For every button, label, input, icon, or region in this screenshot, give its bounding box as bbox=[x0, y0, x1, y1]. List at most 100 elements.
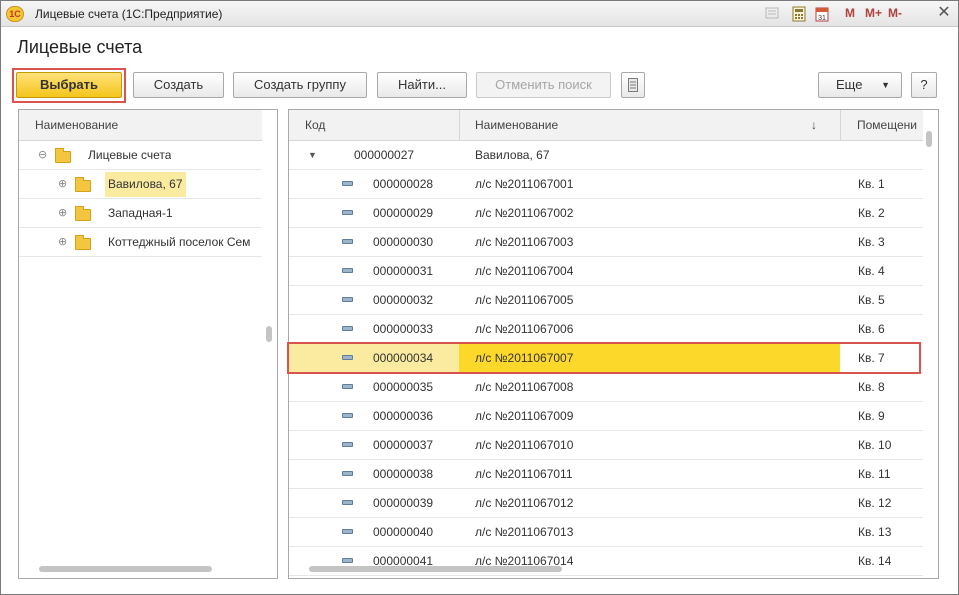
table-row[interactable]: 000000039 л/с №2011067012 Кв. 12 bbox=[289, 489, 923, 518]
row-name: л/с №2011067010 bbox=[475, 438, 574, 452]
column-header-room[interactable]: Помещени bbox=[841, 110, 923, 141]
tree-horizontal-scrollbar[interactable] bbox=[39, 566, 212, 572]
tree-item[interactable]: ⊕ Западная-1 bbox=[19, 199, 262, 228]
memory-m-button[interactable]: M bbox=[845, 6, 855, 20]
table-row[interactable]: 000000031 л/с №2011067004 Кв. 4 bbox=[289, 257, 923, 286]
table-row[interactable]: 000000032 л/с №2011067005 Кв. 5 bbox=[289, 286, 923, 315]
table-row[interactable]: 000000038 л/с №2011067011 Кв. 11 bbox=[289, 460, 923, 489]
select-button[interactable]: Выбрать bbox=[16, 72, 122, 98]
row-name: л/с №2011067012 bbox=[475, 496, 574, 510]
folder-icon bbox=[75, 177, 91, 192]
row-name: л/с №2011067005 bbox=[475, 293, 574, 307]
row-code: 000000037 bbox=[373, 438, 434, 452]
calendar-day: 31 bbox=[818, 15, 826, 22]
folder-icon bbox=[75, 206, 91, 221]
row-room: Кв. 2 bbox=[858, 206, 885, 220]
1c-logo-icon[interactable]: 1С bbox=[6, 6, 24, 22]
window-title: Лицевые счета (1С:Предприятие) bbox=[35, 7, 223, 21]
history-icon[interactable] bbox=[765, 6, 779, 22]
row-room: Кв. 4 bbox=[858, 264, 885, 278]
create-group-button[interactable]: Создать группу bbox=[233, 72, 367, 98]
tree-item-label: Западная-1 bbox=[108, 206, 173, 220]
row-code: 000000029 bbox=[373, 206, 434, 220]
table-row[interactable]: 000000029 л/с №2011067002 Кв. 2 bbox=[289, 199, 923, 228]
memory-m-minus-button[interactable]: M- bbox=[888, 6, 902, 20]
table-row[interactable]: 000000033 л/с №2011067006 Кв. 6 bbox=[289, 315, 923, 344]
collapse-icon[interactable]: ⊖ bbox=[38, 150, 47, 161]
account-item-icon bbox=[342, 384, 353, 389]
account-item-icon bbox=[342, 239, 353, 244]
cancel-search-button[interactable]: Отменить поиск bbox=[476, 72, 611, 98]
create-button[interactable]: Создать bbox=[133, 72, 224, 98]
more-button[interactable]: Еще ▼ bbox=[818, 72, 902, 98]
expand-icon[interactable]: ⊕ bbox=[58, 179, 67, 190]
row-code: 000000030 bbox=[373, 235, 434, 249]
row-code: 000000028 bbox=[373, 177, 434, 191]
row-room: Кв. 8 bbox=[858, 380, 885, 394]
collapse-arrow-icon[interactable]: ▼ bbox=[308, 141, 317, 170]
title-bar: 1С Лицевые счета (1С:Предприятие) 31 M M… bbox=[1, 1, 958, 27]
row-room: Кв. 1 bbox=[858, 177, 885, 191]
table-horizontal-scrollbar[interactable] bbox=[309, 566, 562, 572]
groups-tree[interactable]: Наименование ⊖ Лицевые счета ⊕ Вавилова,… bbox=[18, 109, 278, 579]
folder-icon bbox=[55, 148, 71, 163]
tree-item-label: Вавилова, 67 bbox=[105, 172, 186, 197]
tree-item-label: Лицевые счета bbox=[88, 148, 172, 162]
table-group-row[interactable]: ▼ 000000027 Вавилова, 67 bbox=[289, 141, 923, 170]
row-name: л/с №2011067001 bbox=[475, 177, 574, 191]
table-row[interactable]: 000000040 л/с №2011067013 Кв. 13 bbox=[289, 518, 923, 547]
account-item-icon bbox=[342, 558, 353, 563]
tree-item[interactable]: ⊖ Лицевые счета bbox=[19, 141, 262, 170]
row-room: Кв. 12 bbox=[858, 496, 892, 510]
account-item-icon bbox=[342, 181, 353, 186]
table-row[interactable]: 000000030 л/с №2011067003 Кв. 3 bbox=[289, 228, 923, 257]
row-name: л/с №2011067008 bbox=[475, 380, 574, 394]
table-vertical-scrollbar[interactable] bbox=[926, 131, 932, 147]
row-code: 000000032 bbox=[373, 293, 434, 307]
row-name: л/с №2011067009 bbox=[475, 409, 574, 423]
tree-item[interactable]: ⊕ Вавилова, 67 bbox=[19, 170, 262, 199]
folder-icon bbox=[75, 235, 91, 250]
expand-icon[interactable]: ⊕ bbox=[58, 208, 67, 219]
table-row[interactable]: 000000037 л/с №2011067010 Кв. 10 bbox=[289, 431, 923, 460]
calculator-icon[interactable] bbox=[792, 6, 806, 22]
column-header-name-label: Наименование bbox=[475, 118, 559, 132]
group-name: Вавилова, 67 bbox=[475, 148, 550, 162]
row-room: Кв. 6 bbox=[858, 322, 885, 336]
tree-vertical-scrollbar[interactable] bbox=[266, 326, 272, 342]
account-item-icon bbox=[342, 500, 353, 505]
column-header-name[interactable]: Наименование ↓ bbox=[460, 110, 840, 141]
calendar-icon[interactable]: 31 bbox=[815, 6, 829, 22]
tree-item-label: Коттеджный поселок Сем bbox=[108, 235, 251, 249]
account-item-icon bbox=[342, 413, 353, 418]
expand-icon[interactable]: ⊕ bbox=[58, 237, 67, 248]
account-item-icon bbox=[342, 442, 353, 447]
account-item-icon bbox=[342, 210, 353, 215]
selected-row-highlight bbox=[287, 342, 921, 374]
memory-m-plus-button[interactable]: M+ bbox=[865, 6, 882, 20]
row-code: 000000035 bbox=[373, 380, 434, 394]
table-row[interactable]: 000000036 л/с №2011067009 Кв. 9 bbox=[289, 402, 923, 431]
table-row[interactable]: 000000028 л/с №2011067001 Кв. 1 bbox=[289, 170, 923, 199]
list-settings-button[interactable] bbox=[621, 72, 645, 98]
row-code: 000000031 bbox=[373, 264, 434, 278]
account-item-icon bbox=[342, 529, 353, 534]
group-code: 000000027 bbox=[354, 148, 415, 162]
row-name: л/с №2011067013 bbox=[475, 525, 574, 539]
row-code: 000000033 bbox=[373, 322, 434, 336]
row-room: Кв. 3 bbox=[858, 235, 885, 249]
tree-item[interactable]: ⊕ Коттеджный поселок Сем bbox=[19, 228, 262, 257]
table-row[interactable]: 000000035 л/с №2011067008 Кв. 8 bbox=[289, 373, 923, 402]
find-button[interactable]: Найти... bbox=[377, 72, 467, 98]
app-window: 1С Лицевые счета (1С:Предприятие) 31 M M… bbox=[0, 0, 959, 595]
close-icon[interactable]: ✕ bbox=[935, 4, 953, 22]
account-item-icon bbox=[342, 268, 353, 273]
row-room: Кв. 13 bbox=[858, 525, 892, 539]
row-code: 000000038 bbox=[373, 467, 434, 481]
row-room: Кв. 9 bbox=[858, 409, 885, 423]
help-button[interactable]: ? bbox=[911, 72, 937, 98]
more-button-label: Еще bbox=[836, 77, 863, 92]
column-header-code[interactable]: Код bbox=[289, 110, 459, 141]
row-name: л/с №2011067004 bbox=[475, 264, 574, 278]
tree-header-name[interactable]: Наименование bbox=[19, 110, 262, 141]
